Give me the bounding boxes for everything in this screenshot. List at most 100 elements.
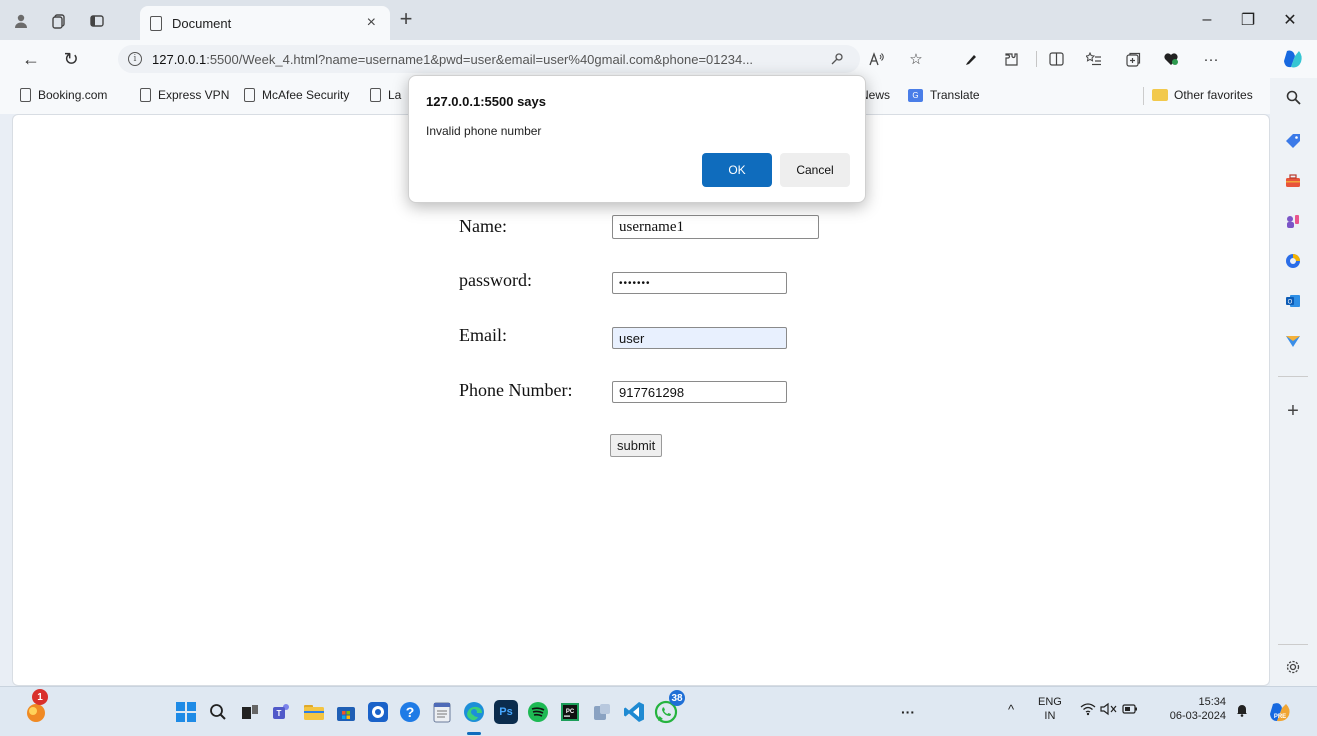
tab-document[interactable]: Document × [140, 6, 390, 40]
volume-muted-icon[interactable] [1100, 702, 1118, 720]
microsoft-store-icon[interactable] [334, 700, 358, 724]
shopping-tag-icon[interactable] [1282, 130, 1304, 152]
copilot-icon[interactable] [1280, 46, 1306, 72]
favorite-translate[interactable]: G Translate [908, 88, 980, 102]
name-input[interactable]: username1 [612, 215, 819, 239]
games-icon[interactable] [1282, 210, 1304, 232]
tab-bar: Document × + – ❐ ✕ [0, 0, 1317, 40]
active-app-indicator [467, 732, 481, 735]
extensions-icon[interactable] [1000, 49, 1022, 69]
translate-icon: G [908, 88, 923, 102]
teams-icon[interactable]: T [270, 700, 294, 724]
page-icon [20, 88, 31, 102]
dialog-message: Invalid phone number [426, 124, 542, 138]
clock[interactable]: 15:34 06-03-2024 [1150, 695, 1226, 723]
vscode-icon[interactable] [622, 700, 646, 724]
submit-button[interactable]: submit [610, 434, 663, 457]
battery-icon[interactable] [1122, 703, 1138, 719]
edge-browser-icon[interactable] [462, 700, 486, 724]
split-screen-icon[interactable] [1045, 49, 1067, 69]
spotify-icon[interactable] [526, 700, 550, 724]
cancel-button[interactable]: Cancel [780, 153, 850, 187]
phone-input[interactable]: 917761298 [612, 381, 787, 403]
help-icon[interactable]: ? [398, 700, 422, 724]
password-input[interactable]: ••••••• [612, 272, 787, 294]
add-icon[interactable]: + [1282, 400, 1304, 422]
workspaces-icon[interactable] [48, 10, 70, 32]
notepad-icon[interactable] [430, 700, 454, 724]
media-app-icon[interactable] [366, 700, 390, 724]
settings-more-icon[interactable]: ··· [1200, 49, 1222, 69]
other-favorites-folder[interactable]: Other favorites [1152, 88, 1253, 102]
address-bar[interactable]: i 127.0.0.1:5500/Week_4.html?name=userna… [118, 45, 860, 73]
email-input[interactable]: user [612, 327, 787, 349]
collections-icon[interactable] [1122, 49, 1144, 69]
page-icon [244, 88, 255, 102]
password-label: password: [459, 270, 532, 290]
send-icon[interactable] [1282, 330, 1304, 352]
url-text[interactable]: 127.0.0.1:5500/Week_4.html?name=username… [152, 52, 753, 67]
windows-taskbar: 1 T ? Ps PC 38 ··· ^ ENG IN 15:34 06-03-… [0, 686, 1317, 736]
close-window-button[interactable]: ✕ [1270, 6, 1310, 34]
browser-essentials-icon[interactable] [1160, 49, 1182, 69]
pycharm-icon[interactable]: PC [558, 700, 582, 724]
dialog-title: 127.0.0.1:5500 says [426, 94, 546, 109]
toolbar-divider [1036, 51, 1037, 67]
notification-bell-icon[interactable] [1235, 703, 1249, 721]
file-explorer-icon[interactable] [302, 700, 326, 724]
minimize-button[interactable]: – [1187, 6, 1227, 34]
page-icon [140, 88, 151, 102]
email-label: Email: [459, 325, 507, 345]
page-icon [370, 88, 381, 102]
refresh-icon[interactable]: ↻ [58, 47, 84, 71]
windows-start-icon[interactable] [174, 700, 198, 724]
sidebar-divider [1278, 376, 1308, 377]
svg-text:PC: PC [566, 709, 575, 715]
name-label: Name: [459, 216, 507, 236]
ok-button[interactable]: OK [702, 153, 772, 187]
folder-icon [1152, 89, 1168, 101]
sidebar-settings-gear-icon[interactable] [1282, 656, 1304, 678]
tab-close-icon[interactable]: × [367, 14, 376, 32]
language-indicator[interactable]: ENG IN [1038, 695, 1062, 723]
svg-text:T: T [277, 709, 282, 718]
navigation-bar: ← ↻ i 127.0.0.1:5500/Week_4.html?name=us… [0, 40, 1317, 78]
site-info-icon[interactable]: i [128, 52, 142, 66]
wifi-icon[interactable] [1080, 702, 1096, 719]
svg-text:PRE: PRE [1274, 714, 1286, 720]
photoshop-icon[interactable]: Ps [494, 700, 518, 724]
app-tool-icon[interactable] [590, 700, 614, 724]
back-arrow-icon[interactable]: ← [18, 47, 44, 71]
read-aloud-icon[interactable] [866, 49, 888, 69]
vertical-tabs-icon[interactable] [86, 10, 108, 32]
edge-sidebar: O + [1270, 78, 1317, 686]
search-icon[interactable] [206, 700, 230, 724]
outlook-icon[interactable]: O [1282, 290, 1304, 312]
favorites-list-icon[interactable] [1083, 49, 1105, 69]
svg-text:?: ? [406, 704, 415, 720]
restore-button[interactable]: ❐ [1228, 6, 1268, 34]
pen-extension-icon[interactable] [960, 49, 982, 69]
copilot-taskbar-icon[interactable]: PRE [1268, 700, 1292, 724]
favorite-booking[interactable]: Booking.com [20, 88, 107, 102]
microsoft-365-icon[interactable] [1282, 250, 1304, 272]
favorite-la[interactable]: La [370, 88, 401, 102]
sidebar-divider [1278, 644, 1308, 645]
more-apps-icon[interactable]: ··· [896, 700, 920, 724]
profile-icon[interactable] [10, 10, 32, 32]
tools-briefcase-icon[interactable] [1282, 170, 1304, 192]
tab-title: Document [172, 15, 232, 31]
tray-chevron-up-icon[interactable]: ^ [1008, 703, 1014, 717]
whatsapp-unread-badge: 38 [669, 690, 685, 706]
new-tab-button[interactable]: + [394, 8, 418, 32]
task-view-icon[interactable] [238, 700, 262, 724]
favorites-divider [1143, 87, 1144, 105]
document-icon [150, 15, 162, 31]
favorite-star-icon[interactable]: ☆ [905, 49, 927, 69]
search-icon[interactable] [1282, 86, 1304, 108]
phone-label: Phone Number: [459, 380, 573, 400]
favorite-express-vpn[interactable]: Express VPN [140, 88, 229, 102]
key-icon[interactable] [826, 49, 848, 69]
alert-dialog: 127.0.0.1:5500 says Invalid phone number… [408, 75, 866, 203]
favorite-mcafee[interactable]: McAfee Security [244, 88, 349, 102]
